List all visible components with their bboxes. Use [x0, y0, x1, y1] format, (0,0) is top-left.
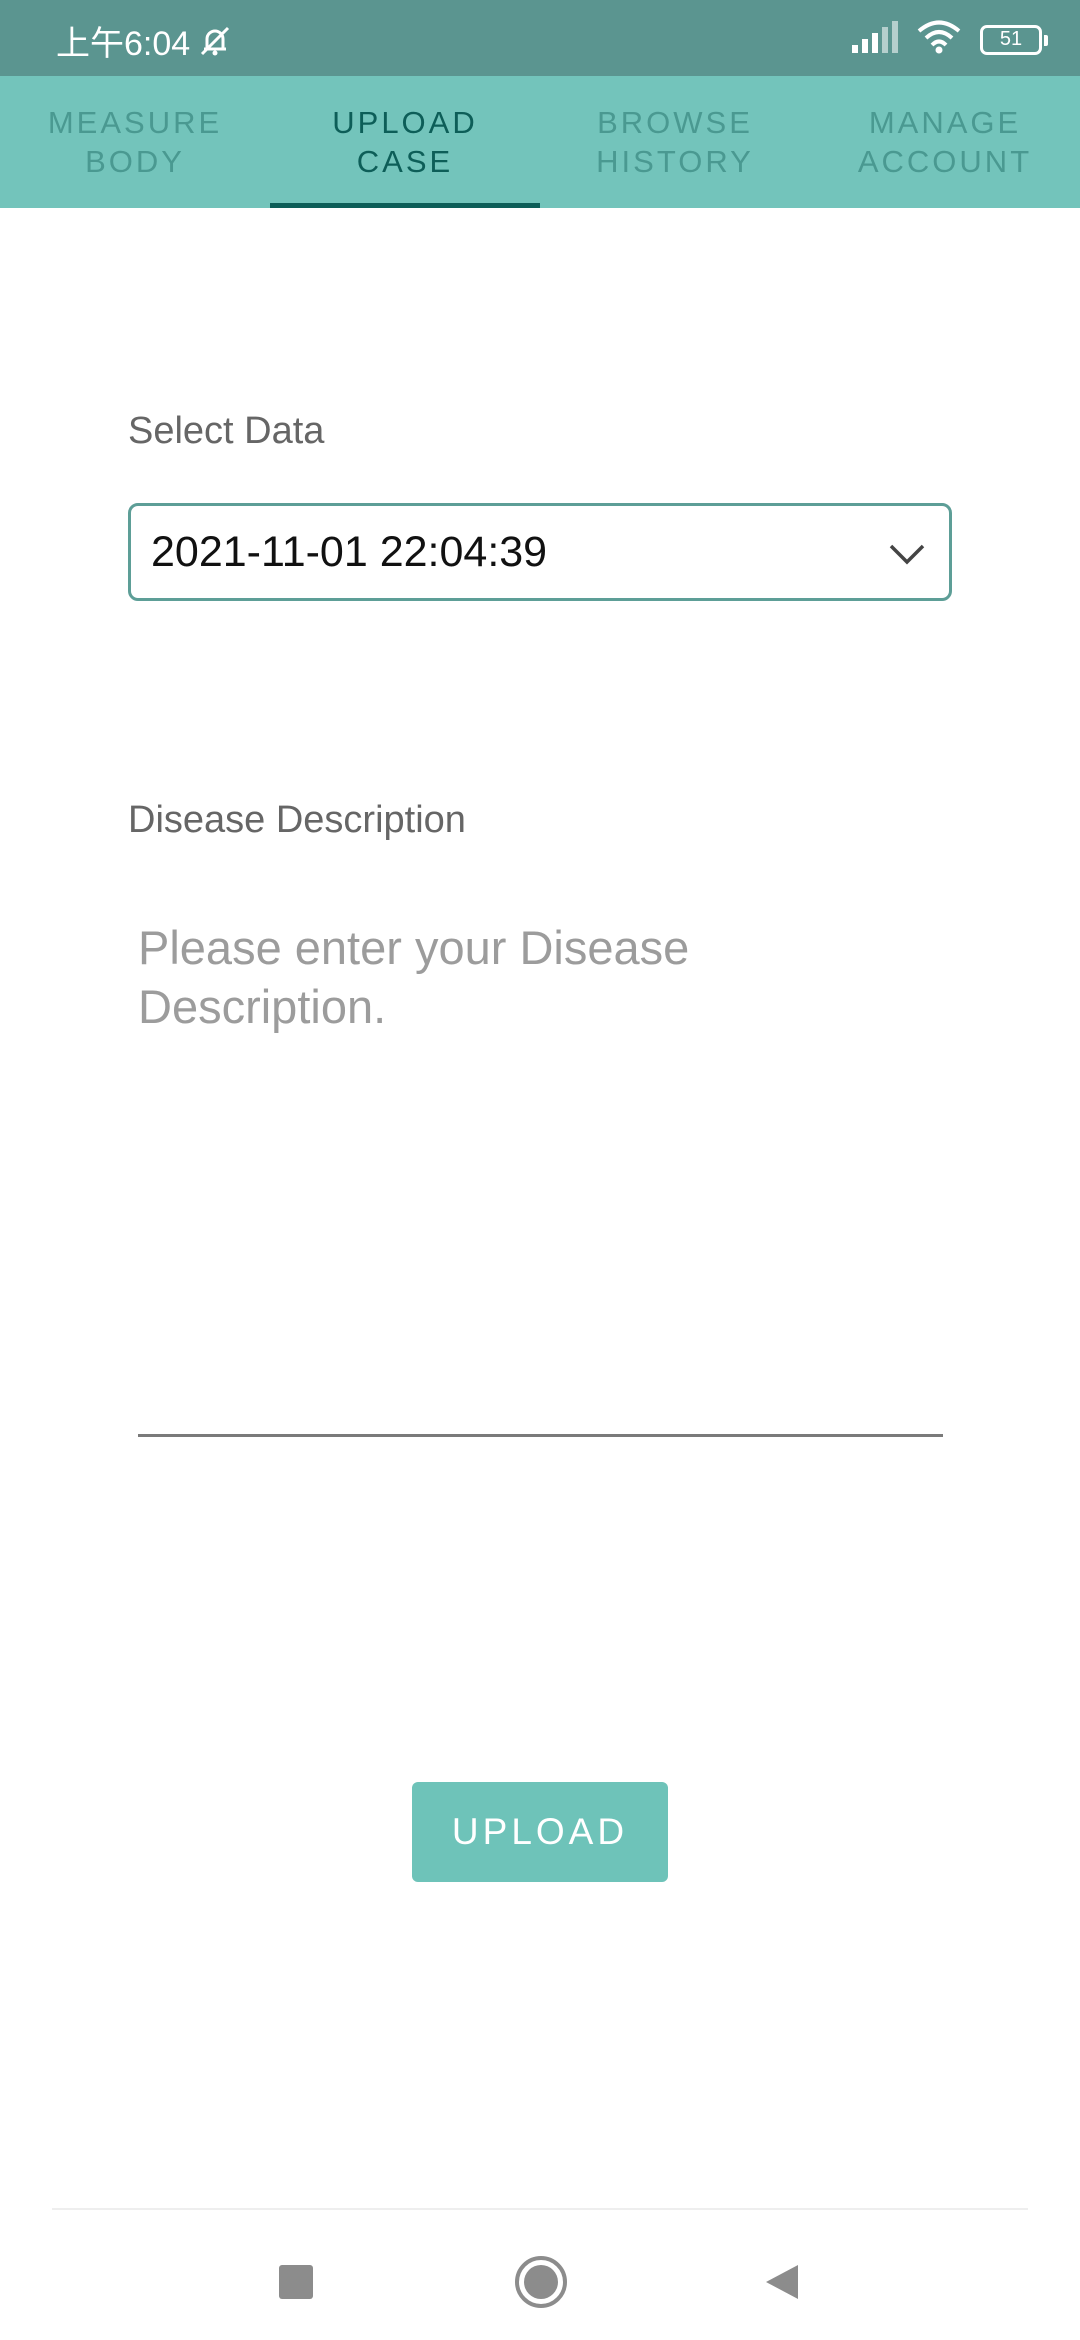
selected-data-value: 2021-11-01 22:04:39: [151, 527, 548, 576]
tab-upload-case[interactable]: UPLOAD CASE: [270, 76, 540, 208]
system-nav-bar: [0, 2210, 1080, 2340]
status-bar: 上午6:04 51: [0, 0, 1080, 76]
tab-label: UPLOAD CASE: [332, 105, 478, 179]
back-icon[interactable]: [752, 2252, 812, 2312]
disease-description-label: Disease Description: [128, 799, 466, 841]
battery-level: 51: [999, 28, 1023, 50]
mute-bell-icon: [198, 24, 232, 64]
tab-measure-body[interactable]: MEASURE BODY: [0, 76, 270, 208]
select-data-label: Select Data: [128, 410, 325, 452]
status-time: 上午6:04: [56, 25, 191, 63]
tab-label: MEASURE BODY: [47, 105, 223, 179]
tab-manage-account[interactable]: MANAGE ACCOUNT: [810, 76, 1080, 208]
chevron-down-icon: [887, 534, 927, 574]
wifi-icon: [916, 20, 962, 59]
tab-label: BROWSE HISTORY: [596, 105, 754, 179]
tab-bar: MEASURE BODY UPLOAD CASE BROWSE HISTORY …: [0, 76, 1080, 208]
battery-icon: 51: [980, 24, 1048, 55]
status-time-group: 上午6:04: [56, 24, 232, 64]
tab-browse-history[interactable]: BROWSE HISTORY: [540, 76, 810, 208]
status-icons: 51: [850, 20, 1048, 59]
home-icon[interactable]: [511, 2252, 571, 2312]
signal-icon: [850, 21, 898, 58]
disease-description-input[interactable]: [138, 918, 943, 1437]
data-select-dropdown[interactable]: 2021-11-01 22:04:39: [128, 503, 952, 601]
recents-icon[interactable]: [266, 2252, 326, 2312]
upload-button[interactable]: UPLOAD: [412, 1782, 668, 1882]
tab-label: MANAGE ACCOUNT: [857, 105, 1033, 179]
